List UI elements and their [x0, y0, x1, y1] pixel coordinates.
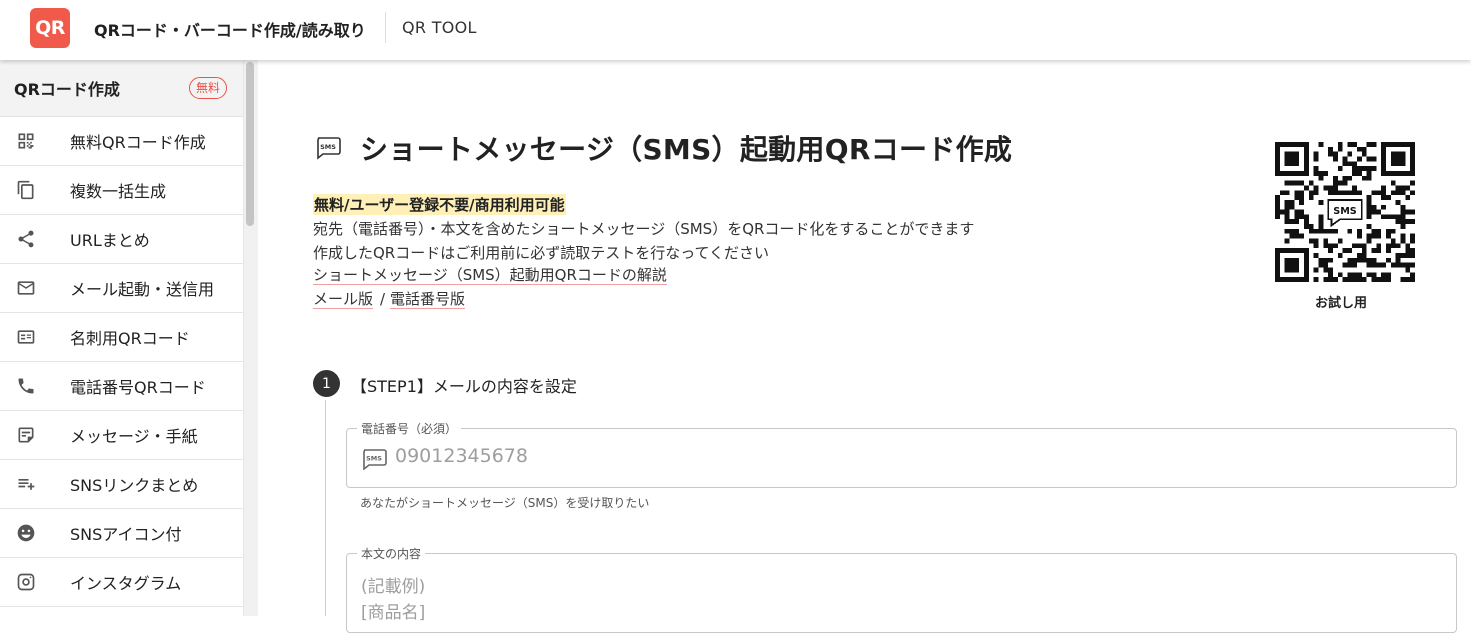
sidebar-item-sns-icon[interactable]: SNSアイコン付 [0, 509, 243, 558]
sidebar-item-label: SNSリンクまとめ [70, 476, 199, 495]
instagram-icon [0, 572, 70, 592]
logo[interactable]: QR [30, 8, 70, 48]
sidebar-item-label: 名刺用QRコード [70, 329, 190, 348]
sidebar-item-instagram[interactable]: インスタグラム [0, 558, 243, 607]
phone-field-label: 電話番号（必須） [357, 420, 462, 437]
svg-text:SMS: SMS [320, 143, 336, 151]
contact-card-icon [0, 327, 70, 347]
sidebar-item-phone[interactable]: 電話番号QRコード [0, 362, 243, 411]
sidebar-item-label: 無料QRコード作成 [70, 133, 206, 152]
sidebar-item-label: メール起動・送信用 [70, 280, 215, 299]
site-subtitle[interactable]: QR TOOL [402, 18, 477, 37]
mail-icon [0, 278, 70, 298]
sidebar: QRコード作成 無料 無料QRコード作成 複数一括生成 URLまとめ メール起動… [0, 60, 243, 616]
main-content: SMS ショートメッセージ（SMS）起動用QRコード作成 無料/ユーザー登録不要… [259, 60, 1471, 633]
svg-text:SMS: SMS [366, 455, 382, 463]
phone-field[interactable]: 電話番号（必須） SMS [346, 420, 1457, 488]
phone-input[interactable] [395, 445, 995, 467]
step-title: 【STEP1】メールの内容を設定 [351, 377, 577, 396]
feature-highlight: 無料/ユーザー登録不要/商用利用可能 [313, 194, 566, 215]
qr-grid-icon [0, 131, 70, 151]
header-divider [385, 12, 386, 43]
qr-caption: お試し用 [1315, 296, 1368, 311]
description-line: 宛先（電話番号）・本文を含めたショートメッセージ（SMS）をQRコード化をするこ… [313, 220, 975, 238]
phone-version-link[interactable]: 電話番号版 [390, 290, 466, 309]
sidebar-item-label: 電話番号QRコード [70, 378, 206, 397]
sidebar-item-label: 複数一括生成 [70, 182, 167, 201]
sidebar-item-free-qr[interactable]: 無料QRコード作成 [0, 117, 243, 166]
sidebar-item-url[interactable]: URLまとめ [0, 215, 243, 264]
sidebar-section-title: QRコード作成 [14, 80, 120, 99]
message-body-placeholder-line: [商品名] [361, 603, 426, 623]
sidebar-item-message[interactable]: メッセージ・手紙 [0, 411, 243, 460]
copy-icon [0, 180, 70, 200]
description-line: 作成したQRコードはご利用前に必ず読取テストを行なってください [313, 244, 770, 262]
sidebar-item-business-card[interactable]: 名刺用QRコード [0, 313, 243, 362]
qr-center-label: SMS [1333, 206, 1357, 217]
free-badge: 無料 [188, 77, 227, 99]
message-body-label: 本文の内容 [357, 545, 426, 562]
sms-guide-link[interactable]: ショートメッセージ（SMS）起動用QRコードの解説 [313, 266, 667, 285]
sidebar-section-header: QRコード作成 無料 [0, 60, 243, 117]
link-separator: / [380, 290, 386, 308]
sidebar-item-mail[interactable]: メール起動・送信用 [0, 264, 243, 313]
page-title: ショートメッセージ（SMS）起動用QRコード作成 [360, 133, 1013, 166]
site-title[interactable]: QRコード・バーコード作成/読み取り [94, 17, 366, 41]
step-connector [325, 400, 326, 616]
smiley-icon [0, 523, 70, 543]
sample-qr-code: SMS [1275, 142, 1415, 282]
sidebar-item-label: SNSアイコン付 [70, 525, 182, 544]
playlist-add-icon [0, 474, 70, 494]
message-body-placeholder-line: (記載例) [361, 577, 426, 597]
mail-version-link[interactable]: メール版 [313, 290, 374, 309]
share-icon [0, 229, 70, 249]
message-body-field[interactable]: 本文の内容 (記載例) [商品名] [346, 545, 1457, 633]
sms-icon: SMS [363, 449, 387, 470]
sidebar-item-sns-links[interactable]: SNSリンクまとめ [0, 460, 243, 509]
app-header: QR QRコード・バーコード作成/読み取り QR TOOL [0, 0, 1471, 60]
sidebar-item-bulk[interactable]: 複数一括生成 [0, 166, 243, 215]
phone-icon [0, 376, 70, 396]
step-number: 1 [313, 370, 340, 397]
note-icon [0, 425, 70, 445]
sidebar-item-label: URLまとめ [70, 231, 150, 250]
sidebar-scrollbar-thumb[interactable] [246, 62, 254, 226]
sms-icon: SMS [317, 137, 341, 160]
phone-field-hint: あなたがショートメッセージ（SMS）を受け取りたい [360, 496, 650, 510]
sidebar-item-label: インスタグラム [70, 574, 182, 593]
sidebar-item-label: メッセージ・手紙 [70, 427, 198, 446]
